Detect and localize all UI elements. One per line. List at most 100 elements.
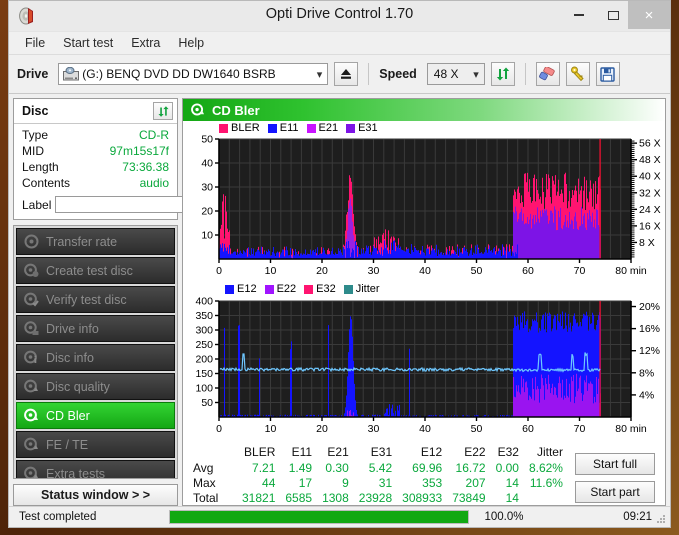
- y-tick-label: 50: [201, 397, 213, 409]
- maximize-button[interactable]: [596, 1, 630, 29]
- disc-mid-value: 97m15s17f: [109, 144, 169, 158]
- menu-item-extra[interactable]: Extra: [123, 34, 168, 52]
- sidebar-item-cd-bler[interactable]: CD Bler: [16, 402, 175, 429]
- disc-row-length: Length 73:36.38: [14, 159, 177, 175]
- progress-bar: [169, 510, 469, 524]
- legend-label: E21: [318, 122, 339, 134]
- stats-cell: 31: [378, 475, 393, 490]
- e12-chart-canvas[interactable]: 50 100 150 200 250 300 350 400 0 10 20 30 40 50 60 70 80…: [183, 283, 666, 441]
- stats-col-header: Jitter: [536, 445, 563, 459]
- y-tick-label: 100: [195, 383, 213, 395]
- status-window-button[interactable]: Status window > >: [13, 484, 178, 506]
- stats-col-header: E31: [370, 445, 393, 459]
- eject-button[interactable]: [334, 62, 359, 86]
- sidebar-item-verify-test-disc[interactable]: Verify test disc: [16, 286, 175, 313]
- status-bar: Test completed 100.0% 09:21: [9, 506, 670, 527]
- y-tick-label: 10: [201, 230, 213, 242]
- table-row: Avg 7.21 1.49 0.30 5.42 69.96 16.72 0.00 8.62%: [185, 460, 568, 475]
- disc-length-label: Length: [22, 160, 59, 174]
- y2-tick-label: 48 X: [639, 154, 661, 166]
- sidebar-item-label: Transfer rate: [46, 234, 118, 249]
- stats-cell: 0.00: [495, 460, 519, 475]
- stats-row-label: Total: [193, 490, 219, 505]
- stats-cell: 23928: [358, 490, 393, 505]
- sidebar-item-fe-te[interactable]: FE / TE: [16, 431, 175, 458]
- y-tick-label: 200: [195, 354, 213, 366]
- erase-button[interactable]: [535, 62, 560, 86]
- y2-tick-label: 8 X: [639, 237, 655, 249]
- speed-select[interactable]: 48 X ▾: [426, 63, 485, 85]
- disc-label-label: Label: [22, 197, 52, 212]
- y-tick-label: 40: [201, 158, 213, 170]
- menu-item-file[interactable]: File: [17, 34, 53, 52]
- legend-swatch: [306, 123, 316, 133]
- drive-select[interactable]: (G:) BENQ DVD DD DW1640 BSRB ▾: [58, 63, 329, 85]
- save-button[interactable]: [595, 62, 620, 86]
- stats-col-header: E11: [291, 445, 313, 459]
- stats-col-header: E21: [327, 445, 349, 459]
- stats-cell: 353: [422, 475, 443, 490]
- legend-item-e31: E31: [346, 122, 378, 134]
- sidebar-item-transfer-rate[interactable]: Transfer rate: [16, 228, 175, 255]
- disc-length-value: 73:36.38: [122, 160, 169, 174]
- legend-swatch: [219, 123, 228, 133]
- sidebar-item-disc-info[interactable]: Disc info: [16, 344, 175, 371]
- eject-icon: [341, 69, 352, 79]
- legend-item-bler: BLER: [219, 122, 260, 134]
- stats-cell: 69.96: [412, 460, 443, 475]
- legend-item-e32: E32: [304, 283, 336, 295]
- stats-cell: 8.62%: [528, 460, 563, 475]
- y-tick-label: 250: [195, 339, 213, 351]
- stats-cell: 16.72: [455, 460, 486, 475]
- y2-tick-label: 16 X: [639, 220, 661, 232]
- minimize-button[interactable]: [562, 1, 596, 29]
- refresh-button[interactable]: [490, 62, 515, 86]
- disc-type-value: CD-R: [139, 128, 169, 142]
- legend-item-e21: E21: [306, 122, 339, 134]
- toolbar-divider: [368, 63, 370, 85]
- x-tick-label: 30: [368, 265, 380, 277]
- sidebar-item-extra-tests[interactable]: Extra tests: [16, 460, 175, 479]
- sidebar-item-disc-quality[interactable]: Disc quality: [16, 373, 175, 400]
- sidebar-item-drive-info[interactable]: Drive info: [16, 315, 175, 342]
- x-tick-label: 10: [265, 423, 277, 435]
- y-tick-label: 20: [201, 206, 213, 218]
- start-part-button[interactable]: Start part: [575, 481, 655, 503]
- resize-grip-icon[interactable]: [656, 514, 666, 524]
- keys-icon: [570, 66, 584, 82]
- stats-cell: [524, 490, 568, 505]
- legend-label: E32: [316, 283, 336, 295]
- desktop-background: Opti Drive Control 1.70 × File Start tes…: [0, 0, 679, 535]
- legend-swatch: [264, 284, 274, 294]
- x-tick-label: 0: [216, 265, 222, 277]
- e12-chart-legend: E12 E22 E32 Jitter: [225, 283, 385, 295]
- stats-table: BLER E11 E21 E31 E12 E22 E32 Jitter Avg 7.21 1.49…: [185, 445, 568, 505]
- menu-item-help[interactable]: Help: [170, 34, 212, 52]
- disc-info-icon: [24, 350, 39, 365]
- stats-cell: 207: [465, 475, 486, 490]
- start-full-button[interactable]: Start full: [575, 453, 655, 475]
- disc-refresh-button[interactable]: [153, 102, 173, 120]
- eraser-icon: [539, 67, 555, 81]
- disc-type-label: Type: [22, 128, 49, 142]
- close-button[interactable]: ×: [628, 1, 670, 29]
- floppy-save-icon: [600, 66, 615, 82]
- legend-swatch: [346, 123, 356, 133]
- disc-fete-icon: [24, 437, 39, 452]
- stats-corner: [185, 445, 237, 460]
- x-tick-label: 40: [419, 423, 431, 435]
- keys-button[interactable]: [565, 62, 590, 86]
- y-tick-label: 30: [201, 182, 213, 194]
- stats-body: Avg 7.21 1.49 0.30 5.42 69.96 16.72 0.00 8.62% Ma…: [185, 460, 568, 505]
- sidebar-item-create-test-disc[interactable]: Create test disc: [16, 257, 175, 284]
- x-tick-label: 70: [574, 265, 586, 277]
- bler-chart-canvas[interactable]: 10 20 30 40 50 0 10 20 30 40 50 60 70 80 min 8 X 16 X 24…: [183, 121, 666, 283]
- y2-tick-label: 32 X: [639, 187, 661, 199]
- x-tick-label: 80 min: [615, 265, 647, 277]
- stats-cell: 14: [505, 475, 519, 490]
- y-tick-label: 350: [195, 310, 213, 322]
- sidebar-item-label: Extra tests: [46, 466, 106, 479]
- menu-item-start-test[interactable]: Start test: [55, 34, 121, 52]
- x-tick-label: 40: [419, 265, 431, 277]
- chevron-down-icon: ▾: [316, 69, 323, 81]
